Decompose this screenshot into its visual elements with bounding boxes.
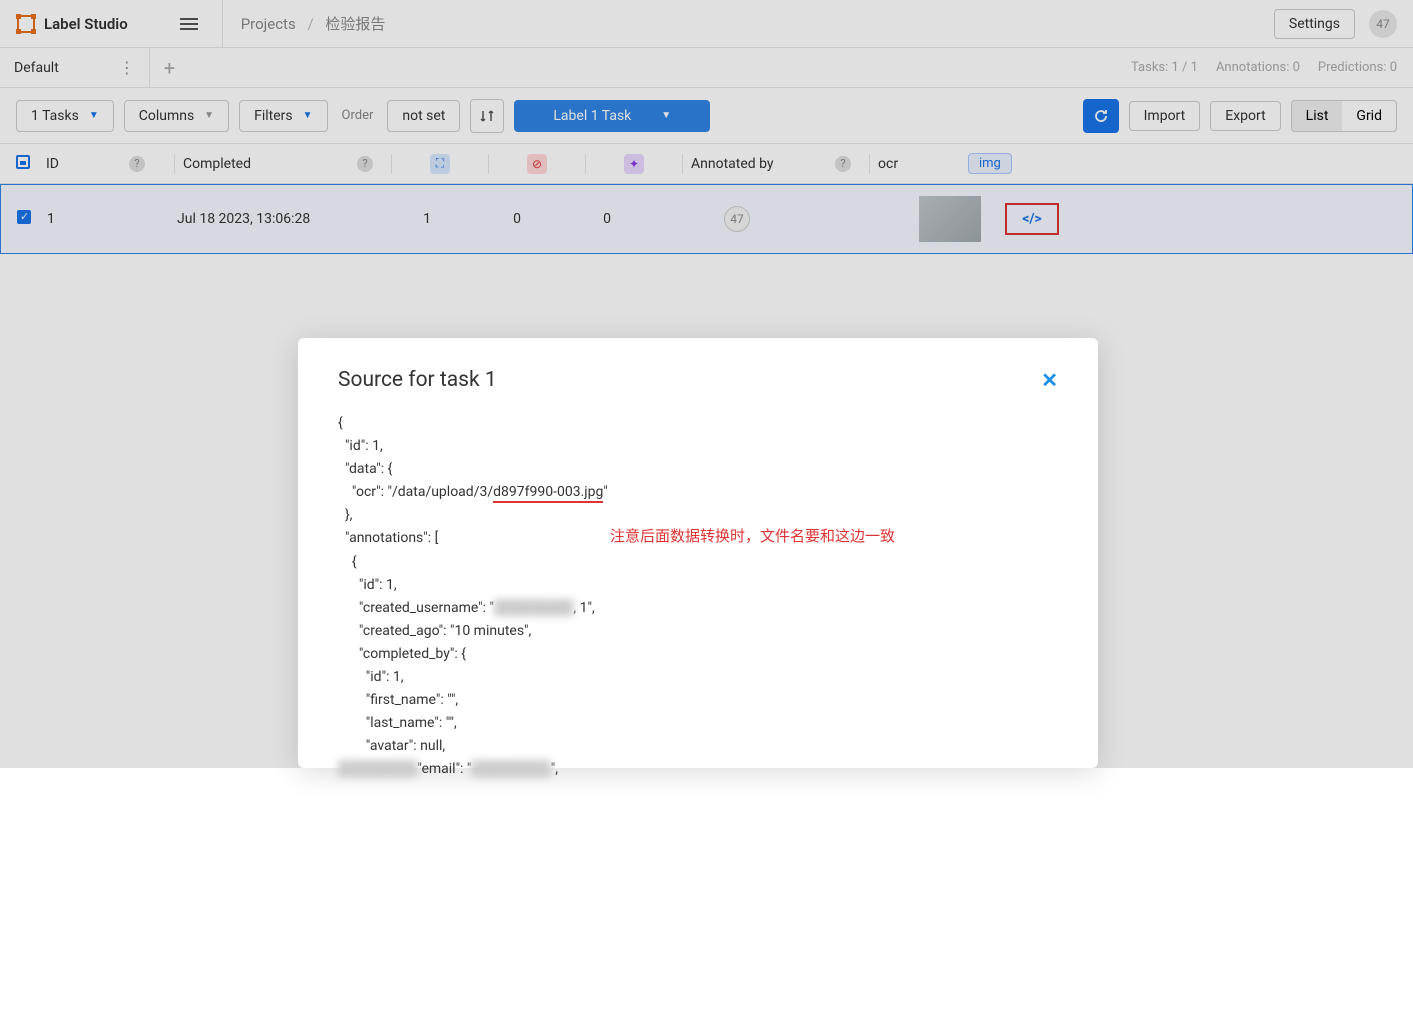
tasks-label: 1 Tasks <box>31 108 79 124</box>
stat-tasks: Tasks: 1 / 1 <box>1131 60 1198 75</box>
close-icon[interactable]: ✕ <box>1041 368 1058 392</box>
export-button[interactable]: Export <box>1210 101 1280 131</box>
app-header: Label Studio Projects / 检验报告 Settings 47 <box>0 0 1413 48</box>
view-list[interactable]: List <box>1292 101 1343 131</box>
fullscreen-icon: ⛶ <box>430 154 450 174</box>
import-button[interactable]: Import <box>1129 101 1201 131</box>
source-code-button[interactable]: </> <box>1005 203 1059 235</box>
tab-default[interactable]: Default ⋮ <box>0 48 150 87</box>
label-task-button[interactable]: Label 1 Task ▼ <box>514 100 710 132</box>
annotator-avatar: 47 <box>724 206 750 232</box>
checkbox-indeterminate-icon <box>16 155 30 169</box>
tab-menu-icon[interactable]: ⋮ <box>119 58 135 77</box>
row-completed: Jul 18 2023, 13:06:28 <box>177 211 310 227</box>
col-id[interactable]: ID? <box>46 156 166 172</box>
img-column-pill[interactable]: img <box>968 153 1012 174</box>
col-annotated-by[interactable]: Annotated by? <box>691 156 861 172</box>
col-ocr[interactable]: ocr <box>878 156 968 172</box>
chevron-down-icon: ▼ <box>89 110 99 121</box>
filters-dropdown[interactable]: Filters ▼ <box>239 100 327 132</box>
column-headers: ID? Completed? ⛶ ⊘ ✦ Annotated by? ocr i… <box>0 144 1413 184</box>
table-row[interactable]: 1 Jul 18 2023, 13:06:28 1 0 0 47 </> <box>0 184 1413 254</box>
chevron-down-icon: ▼ <box>204 110 214 121</box>
view-toggle: List Grid <box>1291 100 1397 132</box>
source-modal: Source for task 1 ✕ { "id": 1, "data": {… <box>298 338 1098 768</box>
code-icon: </> <box>1022 211 1042 227</box>
stat-predictions: Predictions: 0 <box>1318 60 1397 75</box>
breadcrumb: Projects / 检验报告 <box>241 13 386 34</box>
columns-dropdown[interactable]: Columns ▼ <box>124 100 229 132</box>
col-completed[interactable]: Completed? <box>183 156 383 172</box>
row-id: 1 <box>47 211 55 227</box>
cancel-icon: ⊘ <box>527 154 547 174</box>
col-cancelled[interactable]: ⊘ <box>497 154 577 174</box>
breadcrumb-current[interactable]: 检验报告 <box>325 15 385 33</box>
logo-icon <box>16 14 36 34</box>
col-total-annotations[interactable]: ⛶ <box>400 154 480 174</box>
refresh-button[interactable] <box>1083 99 1119 133</box>
tab-add[interactable]: + <box>150 48 189 87</box>
row-count3: 0 <box>603 211 611 227</box>
columns-label: Columns <box>139 108 194 124</box>
checkbox-checked-icon[interactable] <box>17 210 31 224</box>
menu-icon[interactable] <box>174 12 204 36</box>
brand-name: Label Studio <box>44 15 128 33</box>
row-count2: 0 <box>513 211 521 227</box>
sparkle-icon: ✦ <box>624 154 644 174</box>
help-icon[interactable]: ? <box>357 156 373 172</box>
source-json: { "id": 1, "data": { "ocr": "/data/uploa… <box>338 412 1058 782</box>
chevron-down-icon: ▼ <box>661 110 671 121</box>
help-icon[interactable]: ? <box>835 156 851 172</box>
label-btn-text: Label 1 Task <box>553 108 631 124</box>
col-predictions[interactable]: ✦ <box>594 154 674 174</box>
refresh-icon <box>1093 108 1109 124</box>
col-checkbox[interactable] <box>16 155 46 173</box>
logo[interactable]: Label Studio <box>16 14 128 34</box>
breadcrumb-sep: / <box>307 15 313 33</box>
settings-button[interactable]: Settings <box>1274 9 1355 39</box>
user-badge[interactable]: 47 <box>1369 10 1397 38</box>
chevron-down-icon: ▼ <box>303 110 313 121</box>
modal-title: Source for task 1 <box>338 368 1058 392</box>
toolbar: 1 Tasks ▼ Columns ▼ Filters ▼ Order not set… <box>0 88 1413 144</box>
row-count1: 1 <box>423 211 431 227</box>
sort-button[interactable] <box>470 99 504 133</box>
col-completed-label: Completed <box>183 156 251 172</box>
tabs-bar: Default ⋮ + Tasks: 1 / 1 Annotations: 0 … <box>0 48 1413 88</box>
filters-label: Filters <box>254 108 293 124</box>
order-value: not set <box>402 108 445 124</box>
view-grid[interactable]: Grid <box>1342 101 1396 131</box>
stat-annotations: Annotations: 0 <box>1216 60 1300 75</box>
separator <box>222 0 223 48</box>
order-dropdown[interactable]: not set <box>387 100 460 132</box>
annotation-note: 注意后面数据转换时，文件名要和这边一致 <box>610 525 895 546</box>
help-icon[interactable]: ? <box>129 156 145 172</box>
order-label: Order <box>342 108 374 123</box>
row-thumbnail[interactable] <box>919 196 981 242</box>
col-id-label: ID <box>46 156 59 172</box>
project-stats: Tasks: 1 / 1 Annotations: 0 Predictions:… <box>1131 48 1413 87</box>
tasks-dropdown[interactable]: 1 Tasks ▼ <box>16 100 114 132</box>
tab-label: Default <box>14 60 59 76</box>
col-annot-label: Annotated by <box>691 156 774 172</box>
sort-icon <box>480 109 494 123</box>
breadcrumb-root[interactable]: Projects <box>241 15 296 33</box>
